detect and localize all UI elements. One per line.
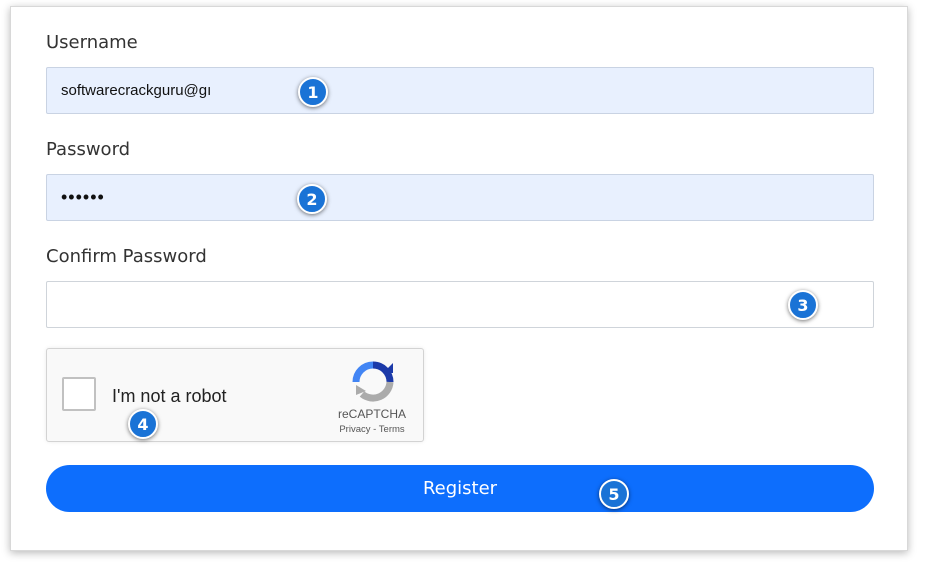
username-label: Username: [46, 32, 138, 53]
terms-link[interactable]: Terms: [379, 424, 405, 435]
annotation-badge-5: 5: [599, 479, 629, 509]
password-label: Password: [46, 139, 131, 160]
recaptcha-links: Privacy - Terms: [327, 424, 417, 435]
recaptcha-brand: reCAPTCHA: [337, 407, 406, 421]
register-button[interactable]: Register: [46, 465, 874, 512]
privacy-link[interactable]: Privacy: [339, 424, 370, 435]
link-separator: -: [373, 424, 377, 435]
recaptcha-widget: I'm not a robot reCAPTCHA Privacy - Term…: [46, 348, 424, 442]
confirm-password-input[interactable]: [46, 281, 874, 328]
annotation-badge-2: 2: [297, 184, 327, 214]
recaptcha-checkbox[interactable]: [62, 377, 96, 411]
confirm-password-label: Confirm Password: [46, 246, 207, 267]
password-input[interactable]: [46, 174, 874, 221]
annotation-badge-3: 3: [788, 290, 818, 320]
recaptcha-label: I'm not a robot: [112, 386, 227, 406]
annotation-badge-4: 4: [128, 409, 158, 439]
recaptcha-logo-icon: [352, 361, 394, 402]
register-form-card: Username Password Confirm Password I'm n…: [10, 6, 908, 551]
username-input[interactable]: [46, 67, 874, 114]
annotation-badge-1: 1: [298, 77, 328, 107]
